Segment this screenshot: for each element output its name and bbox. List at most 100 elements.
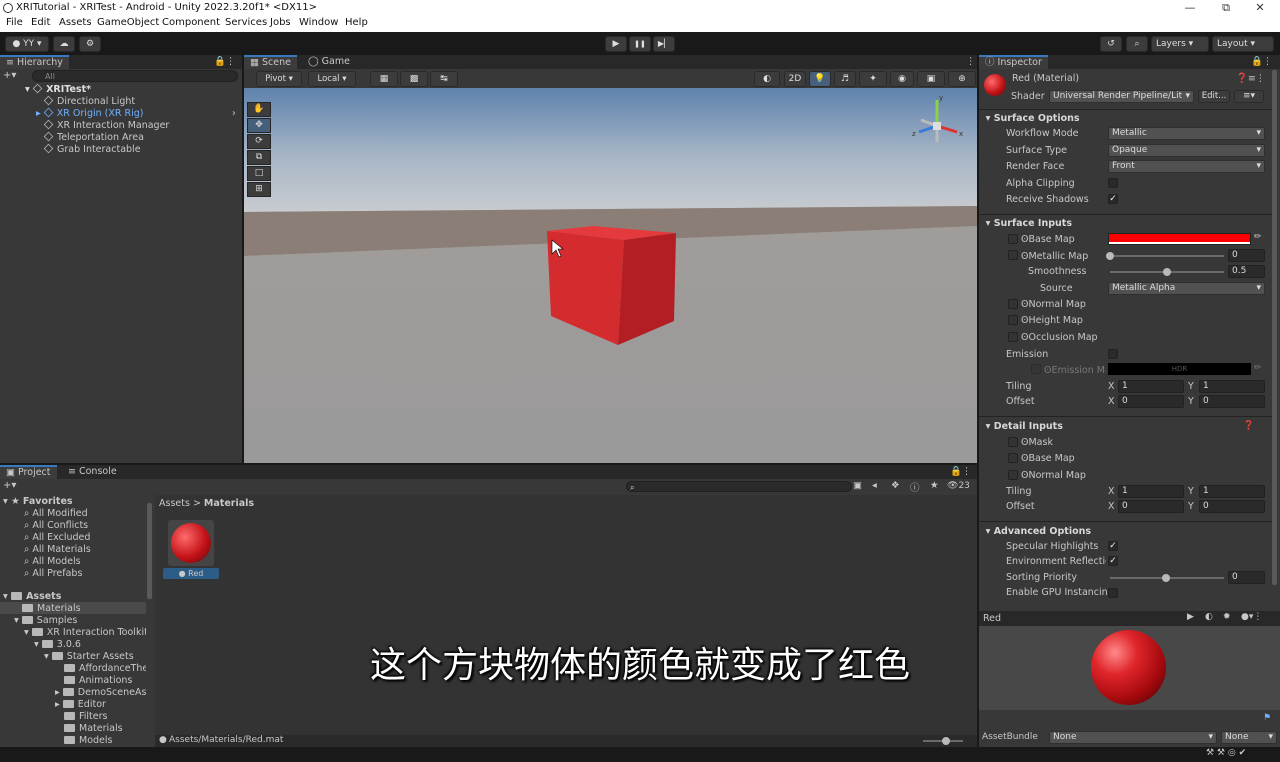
lock-icon[interactable]: 🔒⋮ [1251, 56, 1272, 67]
cloud-icon[interactable]: ☁ [53, 36, 75, 52]
layout-dropdown[interactable]: Layout ▾ [1212, 36, 1274, 52]
inspector-scrollbar[interactable] [1272, 70, 1277, 585]
favorite-star-icon[interactable]: ★ [930, 480, 939, 491]
folder-xr-interaction-toolkit[interactable]: ▾ XR Interaction Toolkit [24, 627, 146, 638]
transform-tool-icon[interactable]: ⊞ [247, 182, 271, 197]
layers-dropdown[interactable]: Layers ▾ [1151, 36, 1209, 52]
status-icons[interactable]: ⚒ ⚒ ◎ ✔ [1206, 748, 1246, 758]
help-icon[interactable]: ❓ [1243, 421, 1254, 431]
tab-project[interactable]: ▣ Project [0, 465, 57, 479]
tag-icon[interactable]: ⚑ [1263, 713, 1271, 723]
emission-checkbox[interactable] [1108, 349, 1118, 359]
filter-type-icon[interactable]: ▣ [853, 480, 862, 491]
tiling-y-input[interactable]: 1 [1199, 380, 1265, 393]
effects-icon[interactable]: ✦ [859, 71, 887, 87]
offset-y-input[interactable]: 0 [1199, 395, 1265, 408]
environment-reflections-checkbox[interactable]: ✓ [1108, 556, 1118, 566]
preview-play-icon[interactable]: ▶ [1187, 612, 1194, 622]
alpha-clipping-checkbox[interactable] [1108, 178, 1118, 188]
detail-tiling-y-input[interactable]: 1 [1199, 485, 1265, 498]
folder-animations[interactable]: Animations [64, 675, 132, 686]
tree-scrollbar[interactable] [147, 503, 152, 599]
audio-icon[interactable]: ♬ [834, 71, 856, 87]
metallic-slider[interactable] [1110, 255, 1224, 257]
grid-snap-icon[interactable]: ▦ [370, 71, 398, 87]
close-button[interactable]: ✕ [1240, 0, 1280, 16]
menu-jobs[interactable]: Jobs [270, 17, 291, 28]
preview-mesh-icon[interactable]: ●▾⋮ [1241, 612, 1262, 622]
menu-edit[interactable]: Edit [31, 17, 50, 28]
shader-dropdown[interactable]: Universal Render Pipeline/Lit [1049, 90, 1194, 103]
eyedropper-icon[interactable]: ✏ [1254, 232, 1262, 242]
info-icon[interactable]: ⓘ [910, 480, 920, 494]
filter-label-icon[interactable]: ◂ [872, 480, 877, 491]
asset-thumbnail[interactable] [168, 520, 214, 566]
gpu-instancing-checkbox[interactable] [1108, 588, 1118, 598]
folder-materials-sub[interactable]: Materials [64, 723, 123, 734]
menu-file[interactable]: File [6, 17, 23, 28]
metallic-map-slot[interactable] [1008, 250, 1018, 260]
breadcrumb-materials[interactable]: Materials [204, 498, 254, 509]
favorites-header[interactable]: ▾ ★ Favorites [3, 496, 73, 507]
tiling-x-input[interactable]: 1 [1118, 380, 1184, 393]
folder-models[interactable]: Models [64, 735, 112, 746]
metallic-input[interactable]: 0 [1228, 249, 1265, 262]
services-gear-icon[interactable]: ⚙ [79, 36, 101, 52]
eyedropper-icon[interactable]: ✏ [1254, 363, 1262, 373]
tag-icon[interactable]: ❖ [891, 480, 900, 491]
favorite-item[interactable]: ⌕ All Conflicts [24, 520, 88, 531]
base-map-slot[interactable] [1008, 234, 1018, 244]
folder-starter-assets[interactable]: ▾ Starter Assets [44, 651, 134, 662]
tab-hierarchy[interactable]: ≡ Hierarchy [0, 55, 69, 69]
specular-highlights-checkbox[interactable]: ✓ [1108, 541, 1118, 551]
rotate-tool-icon[interactable]: ⟳ [247, 134, 271, 149]
menu-gameobject[interactable]: GameObject [97, 17, 159, 28]
minimize-button[interactable]: — [1170, 0, 1210, 16]
preview-sphere-icon[interactable]: ◐ [1205, 612, 1213, 622]
rect-tool-icon[interactable]: □ [247, 166, 271, 181]
account-dropdown[interactable]: ● YY ▾ [5, 36, 49, 52]
asset-label[interactable]: ● Red [163, 568, 219, 579]
normal-map-slot[interactable] [1008, 299, 1018, 309]
pivot-dropdown[interactable]: Pivot ▾ [256, 71, 302, 87]
scene-root[interactable]: ▾ XRITest* [25, 83, 91, 95]
favorite-item[interactable]: ⌕ All Prefabs [24, 568, 82, 579]
folder-affordance[interactable]: AffordanceThen [64, 663, 146, 674]
folder-filters[interactable]: Filters [64, 711, 107, 722]
surface-options-header[interactable]: ▾ Surface Options [979, 113, 1274, 127]
detail-normal-map-slot[interactable] [1008, 470, 1018, 480]
folder-materials[interactable]: Materials [22, 603, 81, 614]
emission-color-field[interactable]: HDR [1108, 363, 1251, 375]
detail-offset-x-input[interactable]: 0 [1118, 500, 1184, 513]
surface-type-dropdown[interactable]: Opaque [1108, 144, 1265, 157]
lighting-icon[interactable]: 💡 [809, 71, 831, 87]
height-map-slot[interactable] [1008, 315, 1018, 325]
detail-offset-y-input[interactable]: 0 [1199, 500, 1265, 513]
smoothness-input[interactable]: 0.5 [1228, 265, 1265, 278]
orientation-gizmo-icon[interactable]: y x z [907, 92, 967, 152]
lock-icon[interactable]: 🔒⋮ [950, 466, 971, 477]
camera-icon[interactable]: ▣ [917, 71, 945, 87]
tab-game[interactable]: ◯ Game [302, 55, 356, 69]
metallic-slider-knob[interactable] [1106, 252, 1114, 260]
preview-light-icon[interactable]: ✹ [1223, 612, 1231, 622]
sorting-priority-input[interactable]: 0 [1228, 571, 1265, 584]
render-face-dropdown[interactable]: Front [1108, 160, 1265, 173]
hand-tool-icon[interactable]: ✋ [247, 102, 271, 117]
edit-shader-button[interactable]: Edit... [1198, 90, 1230, 103]
breadcrumb-assets[interactable]: Assets [159, 498, 190, 509]
emission-map-slot[interactable] [1031, 364, 1041, 374]
project-search-input[interactable]: ⌕ [626, 481, 852, 492]
assetbundle-variant-dropdown[interactable]: None [1221, 731, 1277, 744]
step-button[interactable]: ▶▏ [653, 36, 675, 52]
hierarchy-item-teleportation-area[interactable]: Teleportation Area [43, 131, 144, 143]
smoothness-slider-knob[interactable] [1163, 268, 1171, 276]
gizmos-icon[interactable]: ⊕ [948, 71, 976, 87]
play-button[interactable]: ▶ [605, 36, 627, 52]
mask-slot[interactable] [1008, 437, 1018, 447]
draw-mode-icon[interactable]: ◐ [754, 71, 780, 87]
folder-version[interactable]: ▾ 3.0.6 [34, 639, 81, 650]
more-icon[interactable]: ⋮ [966, 56, 976, 67]
toggle-2d-button[interactable]: 2D [784, 71, 806, 87]
help-icon[interactable]: ❓≡⋮ [1236, 73, 1265, 84]
